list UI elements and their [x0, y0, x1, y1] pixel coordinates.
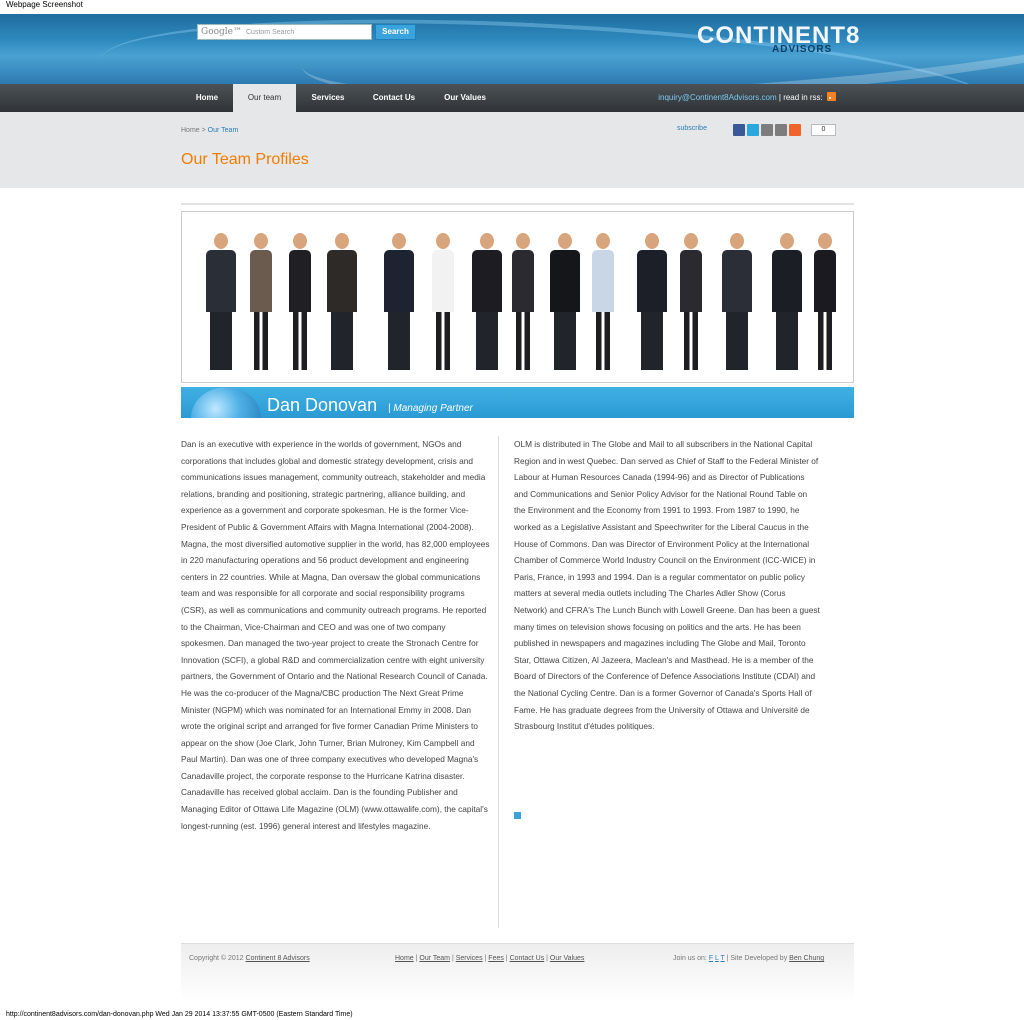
footer-link-fees[interactable]: Fees	[488, 955, 504, 962]
breadcrumb-separator: >	[199, 127, 208, 134]
footer-link-contact-us[interactable]: Contact Us	[510, 955, 545, 962]
subscribe-link[interactable]: subscribe	[677, 125, 707, 132]
developer-link[interactable]: Ben Chung	[789, 955, 824, 962]
footer-social: Join us on: F L T | Site Developed by Be…	[673, 955, 824, 962]
title-band	[0, 112, 1024, 188]
twitter-icon[interactable]	[747, 124, 759, 136]
status-url: http://continent8advisors.com/dan-donova…	[6, 1011, 353, 1018]
email-link[interactable]: inquiry@Continent8Advisors.com	[658, 93, 776, 102]
footer-links: Home | Our Team | Services | Fees | Cont…	[395, 955, 585, 962]
bullet-icon	[514, 812, 521, 819]
rss-icon[interactable]	[827, 92, 836, 101]
google-logo: Google™	[201, 27, 242, 37]
team-member-figure	[206, 233, 236, 370]
share-count: 0	[811, 124, 836, 136]
dev-label: | Site Developed by	[726, 955, 788, 962]
nav-home[interactable]: Home	[192, 84, 222, 112]
copyright-text: Copyright © 2012	[189, 955, 244, 962]
company-link[interactable]: Continent 8 Advisors	[246, 955, 310, 962]
footer-link-services[interactable]: Services	[456, 955, 483, 962]
bio-right-column: OLM is distributed in The Globe and Mail…	[514, 439, 820, 732]
team-member-figure	[722, 233, 752, 370]
team-member-figure	[592, 233, 614, 370]
nav-our-values[interactable]: Our Values	[440, 84, 490, 112]
facebook-icon[interactable]	[733, 124, 745, 136]
profile-title: | Managing Partner	[388, 403, 473, 414]
email-icon[interactable]	[761, 124, 773, 136]
footer	[181, 944, 854, 1002]
globe-icon	[191, 387, 261, 418]
team-member-figure	[432, 233, 454, 370]
footer-copyright: Copyright © 2012 Continent 8 Advisors	[189, 955, 310, 962]
footer-twitter-link[interactable]: T	[721, 955, 725, 962]
divider	[181, 203, 854, 205]
nav-our-team[interactable]: Our team	[233, 84, 296, 112]
nav-contact-us[interactable]: Contact Us	[370, 84, 418, 112]
nav-services[interactable]: Services	[308, 84, 348, 112]
page-title: Our Team Profiles	[181, 151, 309, 168]
breadcrumb-home[interactable]: Home	[181, 127, 200, 134]
search-input[interactable]: Google™ Custom Search	[197, 24, 372, 40]
window-caption: Webpage Screenshot	[6, 0, 83, 9]
column-divider	[498, 436, 499, 928]
team-member-figure	[637, 233, 667, 370]
footer-linkedin-link[interactable]: L	[715, 955, 719, 962]
share-icons	[733, 124, 801, 136]
nav-contact-info: inquiry@Continent8Advisors.com | read in…	[658, 84, 836, 112]
team-member-figure	[772, 233, 802, 370]
team-member-figure	[680, 233, 702, 370]
footer-facebook-link[interactable]: F	[709, 955, 713, 962]
team-photo	[181, 211, 854, 383]
addthis-icon[interactable]	[789, 124, 801, 136]
footer-link-home[interactable]: Home	[395, 955, 414, 962]
team-member-figure	[550, 233, 580, 370]
team-member-figure	[327, 233, 357, 370]
team-member-figure	[250, 233, 272, 370]
breadcrumb: Home > Our Team	[181, 127, 238, 134]
footer-link-our-team[interactable]: Our Team	[419, 955, 450, 962]
rss-label: | read in rss:	[778, 93, 823, 102]
main-nav: Home Our team Services Contact Us Our Va…	[0, 84, 1024, 112]
print-icon[interactable]	[775, 124, 787, 136]
team-member-figure	[512, 233, 534, 370]
bio-left-column: Dan is an executive with experience in t…	[181, 439, 490, 831]
search-placeholder: Custom Search	[246, 28, 295, 36]
team-member-figure	[289, 233, 311, 370]
brand-subtitle: ADVISORS	[772, 44, 833, 55]
team-member-figure	[384, 233, 414, 370]
team-member-figure	[472, 233, 502, 370]
footer-link-our-values[interactable]: Our Values	[550, 955, 585, 962]
search-button[interactable]: Search	[375, 24, 416, 40]
join-label: Join us on:	[673, 955, 707, 962]
breadcrumb-current[interactable]: Our Team	[208, 127, 239, 134]
team-member-figure	[814, 233, 836, 370]
profile-name: Dan Donovan	[267, 395, 378, 415]
site-header	[0, 14, 1024, 84]
